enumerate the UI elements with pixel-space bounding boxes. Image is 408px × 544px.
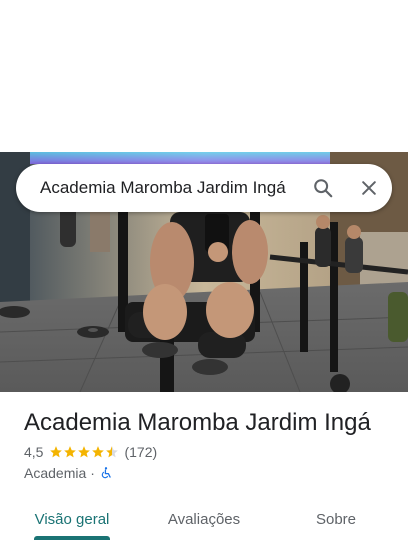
top-blank-area (0, 0, 408, 152)
search-input[interactable]: Academia Maromba Jardim Ingá (40, 178, 300, 198)
review-count: (172) (124, 444, 158, 460)
place-category: Academia (24, 465, 87, 481)
search-icon (314, 179, 333, 198)
tab-about[interactable]: Sobre (296, 496, 376, 542)
place-info-panel: Academia Maromba Jardim Ingá 4,5 (172) A… (0, 392, 408, 544)
active-tab-indicator (34, 536, 110, 540)
separator: · (90, 465, 95, 481)
close-icon (362, 181, 376, 195)
star-icon (64, 446, 77, 458)
clear-search-button[interactable] (346, 164, 392, 212)
rating-stars (49, 445, 119, 459)
star-icon (78, 446, 91, 458)
category-row: Academia · (24, 465, 113, 481)
place-tabs: Visão geral Avaliações Sobre (0, 496, 408, 544)
star-icon (50, 446, 63, 458)
rating-row[interactable]: 4,5 (172) (24, 444, 157, 460)
search-button[interactable] (300, 164, 346, 212)
search-bar[interactable]: Academia Maromba Jardim Ingá (16, 164, 392, 212)
half-star-icon (106, 446, 119, 458)
star-icon (92, 446, 105, 458)
rating-value: 4,5 (24, 444, 44, 460)
wheelchair-icon (101, 467, 111, 479)
tab-reviews[interactable]: Avaliações (152, 496, 256, 542)
place-title: Academia Maromba Jardim Ingá (24, 409, 371, 436)
